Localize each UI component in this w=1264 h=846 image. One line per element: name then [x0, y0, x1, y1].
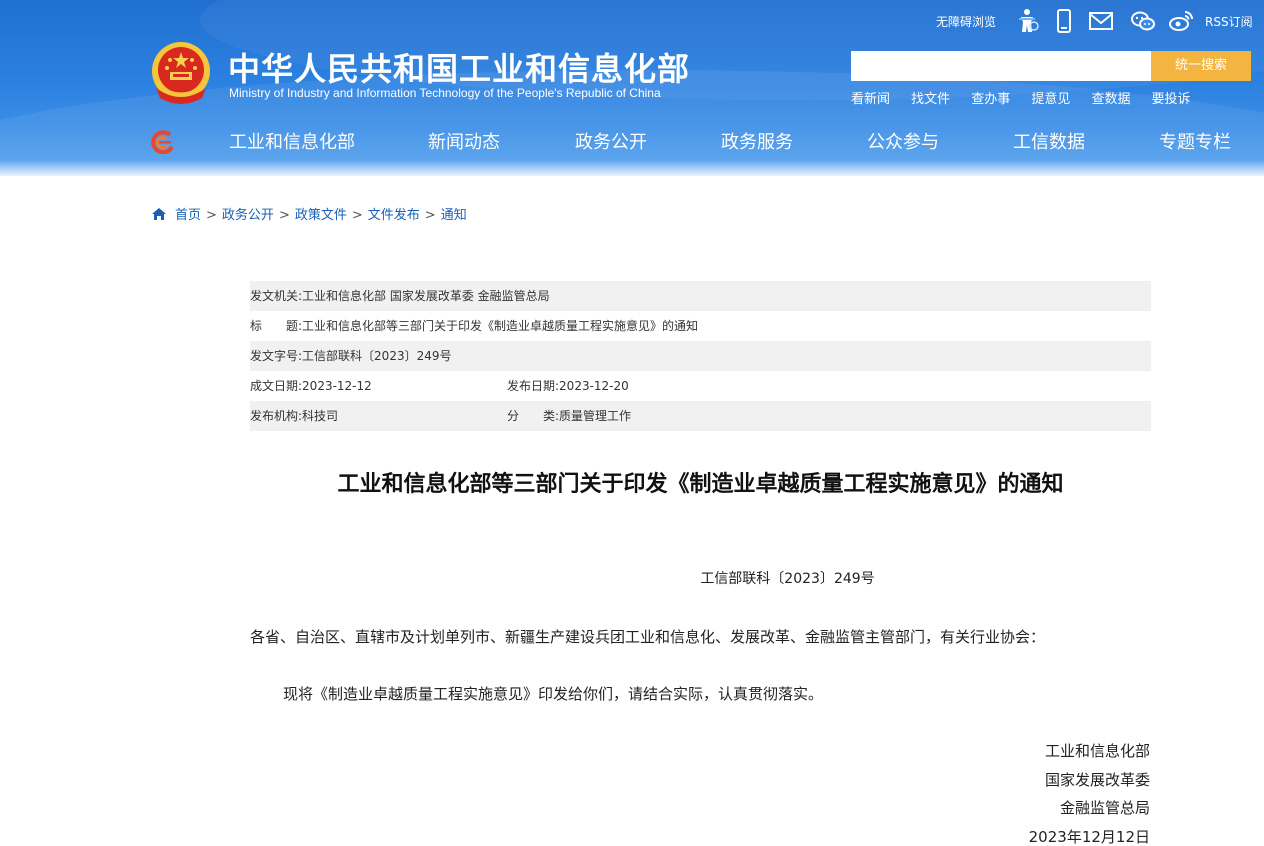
- meta-row-org: 发布机构:科技司 分 类:质量管理工作: [250, 401, 1151, 431]
- breadcrumb-file-release[interactable]: 文件发布: [368, 208, 420, 223]
- meta-org-value: 科技司: [302, 409, 339, 423]
- quick-link-files[interactable]: 找文件: [911, 92, 950, 107]
- signature-miit: 工业和信息化部: [1044, 742, 1150, 760]
- article-addressee: 各省、自治区、直辖市及计划单列市、新疆生产建设兵团工业和信息化、发展改革、金融监…: [250, 628, 1046, 646]
- meta-row-doc-no: 发文字号:工信部联科〔2023〕249号: [250, 341, 1151, 371]
- nav-item-participation[interactable]: 公众参与: [867, 130, 939, 156]
- mobile-phone-icon[interactable]: [1051, 8, 1077, 34]
- national-emblem-icon: [152, 42, 210, 104]
- nav-item-data[interactable]: 工信数据: [1013, 130, 1085, 156]
- nav-item-gov-services[interactable]: 政务服务: [721, 130, 793, 156]
- article-doc-number: 工信部联科〔2023〕249号: [700, 571, 875, 587]
- meta-title-value: 工业和信息化部等三部门关于印发《制造业卓越质量工程实施意见》的通知: [302, 319, 699, 333]
- article-body-paragraph: 现将《制造业卓越质量工程实施意见》印发给你们，请结合实际，认真贯彻落实。: [283, 685, 824, 703]
- wechat-icon[interactable]: [1130, 8, 1156, 34]
- meta-category-value: 质量管理工作: [559, 409, 632, 423]
- site-header: 中华人民共和国工业和信息化部 Ministry of Industry and …: [0, 0, 1264, 176]
- nav-item-news[interactable]: 新闻动态: [428, 130, 500, 156]
- breadcrumb-separator: >: [424, 208, 436, 223]
- breadcrumb-gov-affairs[interactable]: 政务公开: [222, 208, 274, 223]
- meta-published-label: 发布日期:: [507, 379, 560, 393]
- meta-org-cell: 发布机构:科技司: [250, 401, 338, 431]
- signature-date: 2023年12月12日: [1028, 828, 1150, 846]
- nav-item-gov-affairs[interactable]: 政务公开: [575, 130, 647, 156]
- meta-published-cell: 发布日期:2023-12-20: [507, 371, 629, 401]
- site-title: 中华人民共和国工业和信息化部: [228, 50, 691, 88]
- nav-item-topics[interactable]: 专题专栏: [1159, 130, 1231, 156]
- signature-ndrc: 国家发展改革委: [1044, 771, 1150, 789]
- meta-created-label: 成文日期:: [250, 379, 303, 393]
- meta-row-dates: 成文日期:2023-12-12 发布日期:2023-12-20: [250, 371, 1151, 401]
- site-subtitle: Ministry of Industry and Information Tec…: [229, 86, 661, 100]
- breadcrumb-notice[interactable]: 通知: [441, 208, 467, 223]
- meta-doc-no-label: 发文字号:: [250, 349, 303, 363]
- quick-link-data[interactable]: 查数据: [1091, 92, 1130, 107]
- meta-doc-no-value: 工信部联科〔2023〕249号: [302, 349, 452, 363]
- document-meta-table: 发文机关:工业和信息化部 国家发展改革委 金融监管总局 标 题:工业和信息化部等…: [250, 281, 1151, 431]
- meta-category-cell: 分 类:质量管理工作: [507, 401, 631, 431]
- quick-link-feedback[interactable]: 提意见: [1031, 92, 1070, 107]
- accessible-browse-link[interactable]: 无障碍浏览: [936, 12, 996, 32]
- quick-link-news[interactable]: 看新闻: [851, 92, 890, 107]
- weibo-icon[interactable]: [1168, 8, 1194, 34]
- article-title: 工业和信息化部等三部门关于印发《制造业卓越质量工程实施意见》的通知: [337, 472, 1064, 497]
- rss-subscribe-link[interactable]: RSS订阅: [1205, 12, 1253, 32]
- meta-org-label: 发布机构:: [250, 409, 303, 423]
- mail-icon[interactable]: [1088, 8, 1114, 34]
- nav-item-miit[interactable]: 工业和信息化部: [229, 130, 355, 156]
- breadcrumb: 首页 > 政务公开 > 政策文件 > 文件发布 > 通知: [151, 207, 467, 225]
- nav-logo-icon[interactable]: [148, 130, 176, 154]
- meta-row-title: 标 题:工业和信息化部等三部门关于印发《制造业卓越质量工程实施意见》的通知: [250, 311, 1151, 341]
- meta-row-issuer: 发文机关:工业和信息化部 国家发展改革委 金融监管总局: [250, 281, 1151, 311]
- accessibility-figure-icon[interactable]: [1015, 8, 1041, 34]
- meta-issuer-value: 工业和信息化部 国家发展改革委 金融监管总局: [302, 289, 550, 303]
- signature-nfra: 金融监管总局: [1059, 799, 1150, 817]
- meta-created-value: 2023-12-12: [302, 379, 372, 393]
- meta-created-cell: 成文日期:2023-12-12: [250, 371, 372, 401]
- breadcrumb-separator: >: [278, 208, 290, 223]
- meta-title-label: 标 题:: [250, 319, 303, 333]
- quick-links: 看新闻 找文件 查办事 提意见 查数据 要投诉: [851, 88, 1207, 107]
- breadcrumb-policy-files[interactable]: 政策文件: [295, 208, 347, 223]
- home-icon[interactable]: [151, 207, 167, 221]
- breadcrumb-separator: >: [206, 208, 217, 223]
- meta-issuer-label: 发文机关:: [250, 289, 303, 303]
- unified-search-button[interactable]: 统一搜索: [1151, 51, 1251, 81]
- breadcrumb-separator: >: [351, 208, 363, 223]
- meta-published-value: 2023-12-20: [559, 379, 629, 393]
- header-bottom-fade: [0, 160, 1264, 176]
- search-input[interactable]: [851, 51, 1151, 81]
- quick-link-complaint[interactable]: 要投诉: [1152, 92, 1191, 107]
- breadcrumb-home[interactable]: 首页: [175, 208, 201, 223]
- meta-category-label: 分 类:: [507, 409, 560, 423]
- quick-link-services[interactable]: 查办事: [971, 92, 1010, 107]
